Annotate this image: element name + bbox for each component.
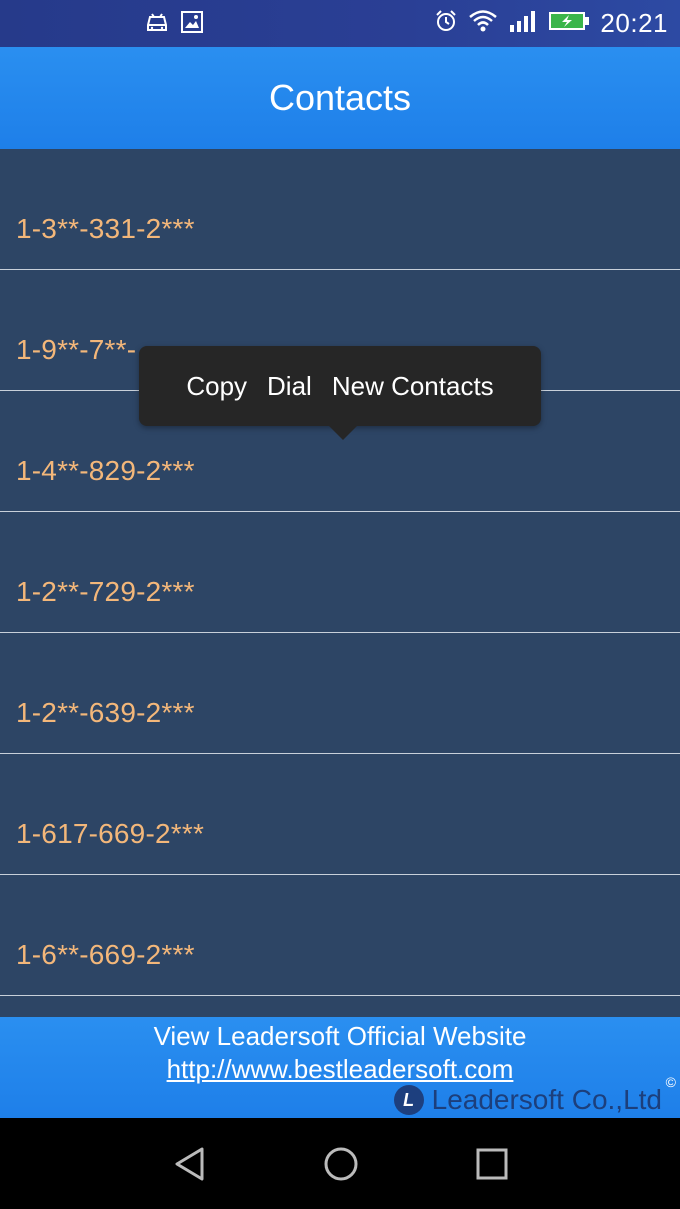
contact-row[interactable]: 1-2**-639-2*** [0, 633, 680, 754]
footer-banner: View Leadersoft Official Website http://… [0, 1017, 680, 1118]
leadersoft-logo-icon: L [393, 1085, 424, 1115]
page-title: Contacts [268, 77, 412, 118]
contact-number: 1-617-669-2*** [16, 818, 205, 849]
recents-icon[interactable] [474, 1146, 510, 1187]
contact-list: 1-3**-331-2*** 1-9**-7**- 1-4**-829-2***… [0, 149, 680, 996]
contact-row[interactable]: 1-617-669-2*** [0, 754, 680, 875]
contact-number: 1-4**-829-2*** [16, 455, 195, 486]
home-icon[interactable] [323, 1146, 359, 1187]
copy-menu-item[interactable]: Copy [186, 371, 247, 402]
image-icon [181, 11, 203, 38]
back-icon[interactable] [172, 1146, 208, 1187]
contact-number: 1-3**-331-2*** [16, 213, 195, 244]
navigation-bar [0, 1118, 680, 1209]
contact-row[interactable]: 1-2**-729-2*** [0, 512, 680, 633]
app-header: Contacts [0, 47, 680, 149]
contact-number: 1-9**-7**- [16, 334, 137, 365]
context-menu-popup: Copy Dial New Contacts [139, 346, 541, 440]
website-link[interactable]: http://www.bestleadersoft.com [167, 1054, 514, 1085]
status-time: 20:21 [600, 8, 668, 38]
alarm-icon [434, 9, 458, 38]
contact-number: 1-6**-669-2*** [16, 939, 195, 970]
contact-number: 1-2**-639-2*** [16, 697, 195, 728]
battery-charging-icon [548, 10, 590, 37]
contact-row[interactable]: 1-3**-331-2*** [0, 149, 680, 270]
new-contacts-menu-item[interactable]: New Contacts [332, 371, 494, 402]
footer-caption: View Leadersoft Official Website [153, 1021, 527, 1051]
status-bar: 20:21 [0, 0, 680, 47]
copyright-mark: © [665, 1074, 676, 1090]
android-debug-icon [145, 11, 169, 38]
brand-name: Leadersoft Co.,Ltd [431, 1084, 662, 1115]
signal-icon [508, 9, 538, 38]
contact-number: 1-2**-729-2*** [16, 576, 195, 607]
brand-logo: L Leadersoft Co.,Ltd © [393, 1074, 676, 1116]
dial-menu-item[interactable]: Dial [267, 371, 312, 402]
wifi-icon [468, 9, 498, 38]
contact-row[interactable]: 1-6**-669-2*** [0, 875, 680, 996]
